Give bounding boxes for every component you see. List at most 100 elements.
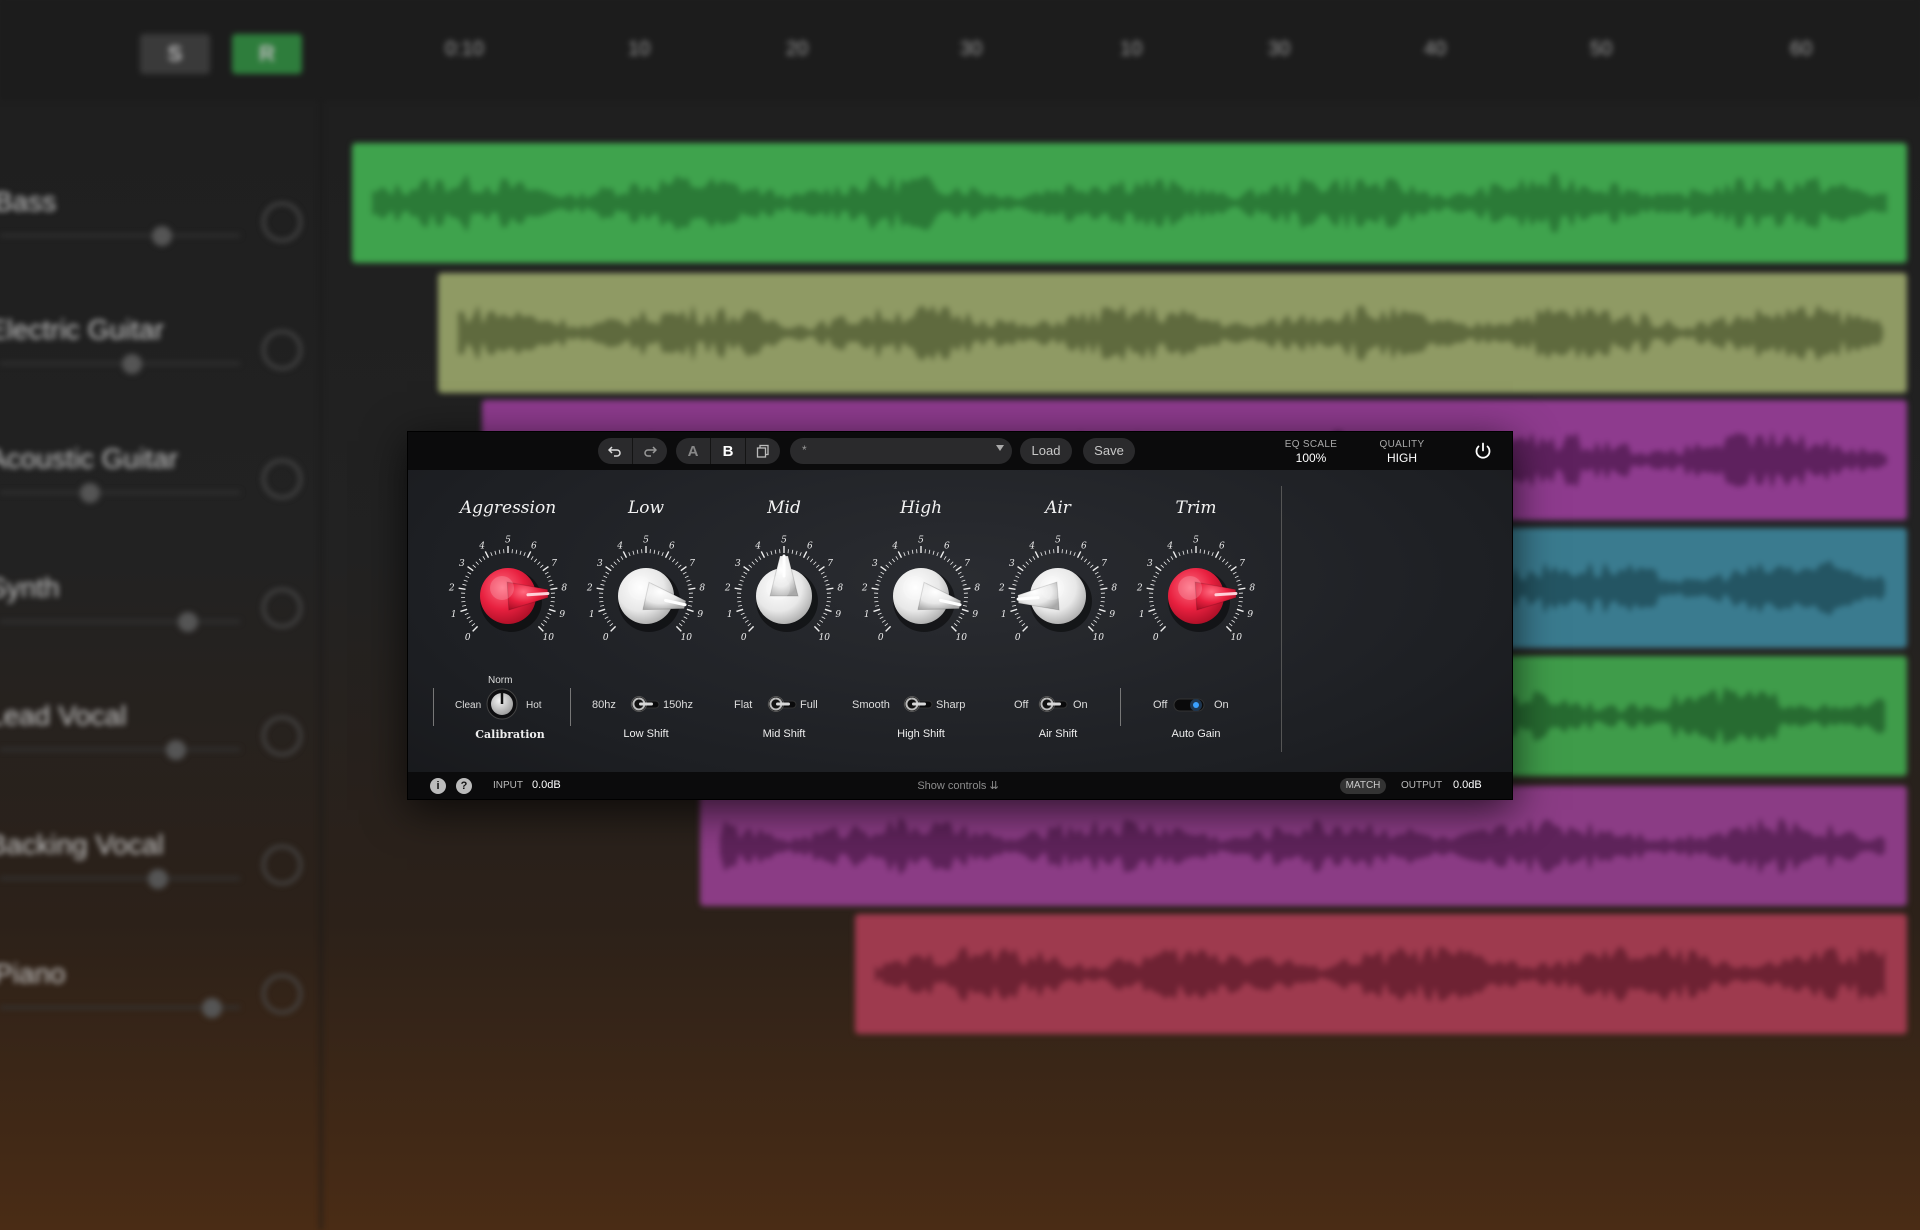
- show-controls-button[interactable]: Show controls ⇊: [838, 779, 1078, 792]
- track-volume-slider[interactable]: [0, 877, 240, 880]
- volume-slider-handle[interactable]: [148, 869, 168, 889]
- help-icon[interactable]: ?: [456, 778, 472, 794]
- track-volume-slider[interactable]: [0, 362, 240, 365]
- volume-slider-handle[interactable]: [152, 226, 172, 246]
- pan-knob[interactable]: [262, 974, 302, 1014]
- high-knob[interactable]: 0 1 2 3 4 5 6 7 8 9 10: [859, 534, 983, 658]
- low-shift-toggle[interactable]: [629, 695, 661, 713]
- dial-tick: [741, 575, 746, 579]
- power-button[interactable]: [1470, 438, 1496, 464]
- mid-shift-toggle[interactable]: [766, 695, 798, 713]
- track-volume-slider[interactable]: [0, 748, 240, 751]
- track-header-piano[interactable]: Piano: [0, 922, 320, 1050]
- dial-number: 4: [891, 542, 898, 552]
- dial-number: 6: [669, 542, 675, 552]
- eq-scale-control[interactable]: EQ SCALE 100%: [1281, 439, 1341, 465]
- quality-control[interactable]: QUALITY HIGH: [1372, 439, 1432, 465]
- dial-tick: [688, 587, 696, 590]
- pan-knob[interactable]: [262, 459, 302, 499]
- volume-slider-handle[interactable]: [80, 483, 100, 503]
- dial-tick: [961, 608, 969, 613]
- dial-tick: [963, 600, 968, 603]
- lever-switch-graphic: [903, 696, 933, 712]
- dial-tick: [825, 604, 830, 607]
- trim-knob[interactable]: 0 1 2 3 4 5 6 7 8 9 10: [1134, 534, 1258, 658]
- dial-number: 6: [531, 542, 537, 552]
- calibration-knob[interactable]: [486, 688, 518, 720]
- knob-dial: 0 1 2 3 4 5 6 7 8 9 10: [861, 536, 981, 643]
- dial-tick: [748, 625, 755, 632]
- track-header-bass[interactable]: Bass: [0, 150, 320, 278]
- track-volume-slider[interactable]: [0, 620, 240, 623]
- track-header-lead-vocal[interactable]: Lead Vocal: [0, 664, 320, 792]
- volume-slider-handle[interactable]: [178, 612, 198, 632]
- audio-clip-piano[interactable]: [855, 914, 1907, 1034]
- dial-tick: [880, 571, 885, 575]
- dial-tick: [1092, 566, 1099, 572]
- air-shift-toggle[interactable]: [1037, 695, 1069, 713]
- audio-clip-synth[interactable]: [1460, 528, 1907, 648]
- mid-knob[interactable]: 0 1 2 3 4 5 6 7 8 9 10: [722, 534, 846, 658]
- dial-tick: [550, 600, 555, 603]
- dial-number: 0: [603, 633, 609, 643]
- dial-tick: [1089, 564, 1094, 568]
- undo-button[interactable]: [598, 438, 632, 464]
- copy-icon: [756, 444, 769, 458]
- dial-tick: [955, 566, 962, 572]
- high-shift-toggle[interactable]: [902, 695, 934, 713]
- dial-tick: [461, 600, 466, 603]
- a-state-button[interactable]: A: [676, 438, 710, 464]
- dial-tick: [743, 566, 750, 572]
- solo-button[interactable]: S: [140, 34, 210, 74]
- dial-tick: [1160, 625, 1167, 632]
- load-button[interactable]: Load: [1020, 438, 1072, 464]
- copy-state-button[interactable]: [745, 438, 780, 464]
- track-volume-slider[interactable]: [0, 234, 240, 237]
- dial-number: 7: [1239, 559, 1245, 569]
- preset-dropdown[interactable]: *: [790, 438, 1012, 464]
- dial-tick: [736, 608, 744, 613]
- auto-gain-switch-graphic: [1173, 698, 1205, 712]
- pan-knob[interactable]: [262, 588, 302, 628]
- dial-tick: [600, 583, 605, 586]
- auto-gain-switch[interactable]: [1173, 696, 1205, 714]
- volume-slider-handle[interactable]: [166, 740, 186, 760]
- dial-number: 0: [741, 633, 747, 643]
- redo-button[interactable]: [632, 438, 667, 464]
- pan-knob[interactable]: [262, 330, 302, 370]
- track-header-acoustic-guitar[interactable]: Acoustic Guitar: [0, 407, 320, 535]
- match-button[interactable]: MATCH: [1340, 778, 1386, 794]
- dial-tick: [1016, 616, 1021, 619]
- info-icon[interactable]: i: [430, 778, 446, 794]
- output-gain-value[interactable]: 0.0dB: [1453, 779, 1482, 791]
- high-shift-label: High Shift: [897, 728, 945, 740]
- dial-tick: [683, 616, 688, 619]
- pan-knob[interactable]: [262, 716, 302, 756]
- input-gain-value[interactable]: 0.0dB: [532, 779, 561, 791]
- dial-tick: [596, 587, 604, 590]
- pan-knob[interactable]: [262, 845, 302, 885]
- dial-tick: [599, 600, 604, 603]
- air-knob[interactable]: 0 1 2 3 4 5 6 7 8 9 10: [996, 534, 1120, 658]
- dial-tick: [1022, 564, 1027, 568]
- volume-slider-handle[interactable]: [202, 998, 222, 1018]
- track-volume-slider[interactable]: [0, 491, 240, 494]
- volume-slider-handle[interactable]: [122, 354, 142, 374]
- track-header-backing-vocal[interactable]: Backing Vocal: [0, 793, 320, 921]
- track-header-electric-guitar[interactable]: Electric Guitar: [0, 278, 320, 406]
- aggression-knob[interactable]: 0 1 2 3 4 5 6 7 8 9 10: [446, 534, 570, 658]
- dial-tick: [1233, 616, 1238, 619]
- dial-tick: [744, 619, 749, 623]
- record-button[interactable]: R: [232, 34, 302, 74]
- audio-clip-backing-vocal[interactable]: [700, 786, 1907, 906]
- low-knob[interactable]: 0 1 2 3 4 5 6 7 8 9 10: [584, 534, 708, 658]
- track-header-synth[interactable]: Synth: [0, 536, 320, 664]
- b-state-button[interactable]: B: [710, 438, 745, 464]
- dial-number: 5: [918, 536, 924, 546]
- save-button[interactable]: Save: [1083, 438, 1135, 464]
- audio-clip-lead-vocal[interactable]: [1460, 656, 1907, 776]
- pan-knob[interactable]: [262, 202, 302, 242]
- audio-clip-bass[interactable]: [352, 143, 1907, 263]
- audio-clip-electric-guitar[interactable]: [438, 273, 1907, 393]
- dial-tick: [1148, 608, 1156, 613]
